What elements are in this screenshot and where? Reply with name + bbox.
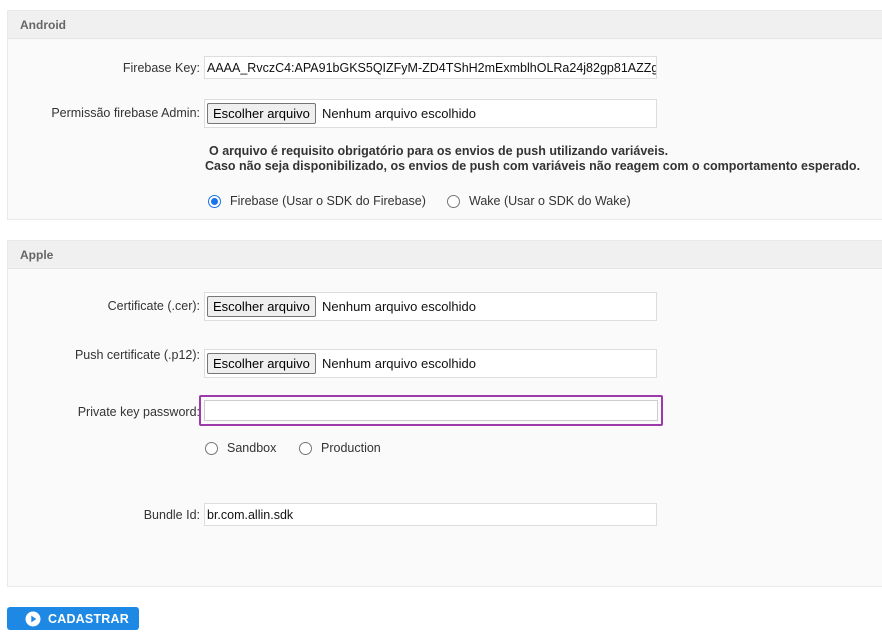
bundle-id-label: Bundle Id: xyxy=(143,508,200,522)
push-certificate-choose-file-button[interactable]: Escolher arquivo xyxy=(207,353,316,374)
production-radio[interactable] xyxy=(299,441,312,455)
sdk-firebase-label[interactable]: Firebase (Usar o SDK do Firebase) xyxy=(230,194,426,208)
certificate-file-input[interactable]: Escolher arquivo Nenhum arquivo escolhid… xyxy=(204,292,657,321)
bundle-id-input[interactable]: br.com.allin.sdk xyxy=(204,503,657,526)
push-certificate-label: Push certificate (.p12): xyxy=(74,348,200,362)
private-key-password-label: Private key password: xyxy=(77,405,200,419)
sandbox-label[interactable]: Sandbox xyxy=(227,441,276,455)
admin-permission-file-input[interactable]: Escolher arquivo Nenhum arquivo escolhid… xyxy=(204,99,657,128)
sdk-wake-radio[interactable] xyxy=(447,194,460,208)
cadastrar-button[interactable]: CADASTRAR xyxy=(7,607,139,630)
sdk-wake-label[interactable]: Wake (Usar o SDK do Wake) xyxy=(469,194,631,208)
push-certificate-file-status: Nenhum arquivo escolhido xyxy=(322,356,476,371)
cadastrar-button-label[interactable]: CADASTRAR xyxy=(48,612,129,626)
apple-section-title: Apple xyxy=(8,241,882,269)
sandbox-radio[interactable] xyxy=(205,441,218,455)
firebase-key-input[interactable]: AAAA_RvczC4:APA91bGKS5QIZFyM-ZD4TShH2mEx… xyxy=(204,56,657,79)
android-section-title: Android xyxy=(8,11,882,39)
private-key-password-focus-ring xyxy=(199,395,663,426)
admin-permission-choose-file-button[interactable]: Escolher arquivo xyxy=(207,103,316,124)
sdk-option-firebase[interactable]: Firebase (Usar o SDK do Firebase) xyxy=(208,194,426,208)
firebase-key-label: Firebase Key: xyxy=(122,61,200,75)
notice-line-1: O arquivo é requisito obrigatório para o… xyxy=(209,144,669,158)
environment-option-sandbox[interactable]: Sandbox xyxy=(205,441,276,455)
environment-option-production[interactable]: Production xyxy=(299,441,381,455)
production-label[interactable]: Production xyxy=(321,441,381,455)
admin-permission-label: Permissão firebase Admin: xyxy=(51,106,200,120)
admin-permission-file-status: Nenhum arquivo escolhido xyxy=(322,106,476,121)
certificate-label: Certificate (.cer): xyxy=(107,299,200,313)
push-certificate-file-input[interactable]: Escolher arquivo Nenhum arquivo escolhid… xyxy=(204,349,657,378)
private-key-password-input[interactable] xyxy=(204,400,658,421)
certificate-file-status: Nenhum arquivo escolhido xyxy=(322,299,476,314)
play-circle-icon xyxy=(25,611,41,626)
sdk-firebase-radio[interactable] xyxy=(208,194,221,208)
sdk-option-wake[interactable]: Wake (Usar o SDK do Wake) xyxy=(447,194,631,208)
notice-line-2: Caso não seja disponibilizado, os envios… xyxy=(205,159,861,173)
certificate-choose-file-button[interactable]: Escolher arquivo xyxy=(207,296,316,317)
